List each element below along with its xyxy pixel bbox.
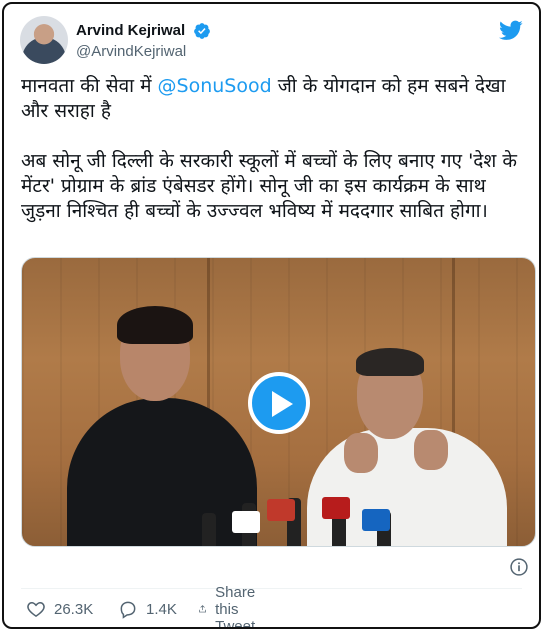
mic-cube xyxy=(232,511,260,533)
video-person-right-hair xyxy=(356,348,424,376)
microphones xyxy=(172,493,432,546)
video-person-left-hair xyxy=(117,306,193,344)
play-button[interactable] xyxy=(248,372,310,434)
author-name[interactable]: Arvind Kejriwal xyxy=(76,22,185,39)
tweet-text-segment: मानवता की सेवा में xyxy=(21,75,158,97)
divider xyxy=(21,588,522,589)
video-hand xyxy=(344,433,378,473)
like-count: 26.3K xyxy=(54,600,94,618)
info-icon[interactable] xyxy=(509,557,529,577)
mic-cube xyxy=(322,497,350,519)
mic-cube xyxy=(362,509,390,531)
verified-badge-icon xyxy=(194,22,211,39)
share-icon xyxy=(199,605,206,613)
mic xyxy=(202,513,216,546)
reply-count: 1.4K xyxy=(146,600,177,618)
video-player[interactable] xyxy=(21,257,536,547)
heart-icon xyxy=(27,601,45,617)
author-info: Arvind Kejriwal @ArvindKejriwal xyxy=(76,20,211,60)
tweet-paragraph-1: मानवता की सेवा में @SonuSood जी के योगदा… xyxy=(21,74,521,124)
reply-button[interactable]: 1.4K xyxy=(118,598,177,620)
tweet-paragraph-2: अब सोनू जी दिल्ली के सरकारी स्कूलों में … xyxy=(21,150,517,222)
avatar[interactable] xyxy=(20,16,68,64)
tweet-text: मानवता की सेवा में @SonuSood जी के योगदा… xyxy=(21,74,521,224)
reply-icon xyxy=(120,601,136,619)
mic-cube xyxy=(267,499,295,521)
tweet-header: Arvind Kejriwal @ArvindKejriwal xyxy=(20,16,523,66)
share-button[interactable]: Share this Tweet xyxy=(198,584,266,627)
twitter-bird-icon[interactable] xyxy=(499,18,523,42)
video-hand xyxy=(414,430,448,470)
mention-link[interactable]: @SonuSood xyxy=(158,75,272,97)
share-label: Share this Tweet xyxy=(215,583,256,629)
like-button[interactable]: 26.3K xyxy=(26,598,93,620)
play-icon xyxy=(272,391,293,417)
tweet-embed-card: Arvind Kejriwal @ArvindKejriwal मानवता क… xyxy=(2,2,541,629)
author-handle[interactable]: @ArvindKejriwal xyxy=(76,43,211,60)
